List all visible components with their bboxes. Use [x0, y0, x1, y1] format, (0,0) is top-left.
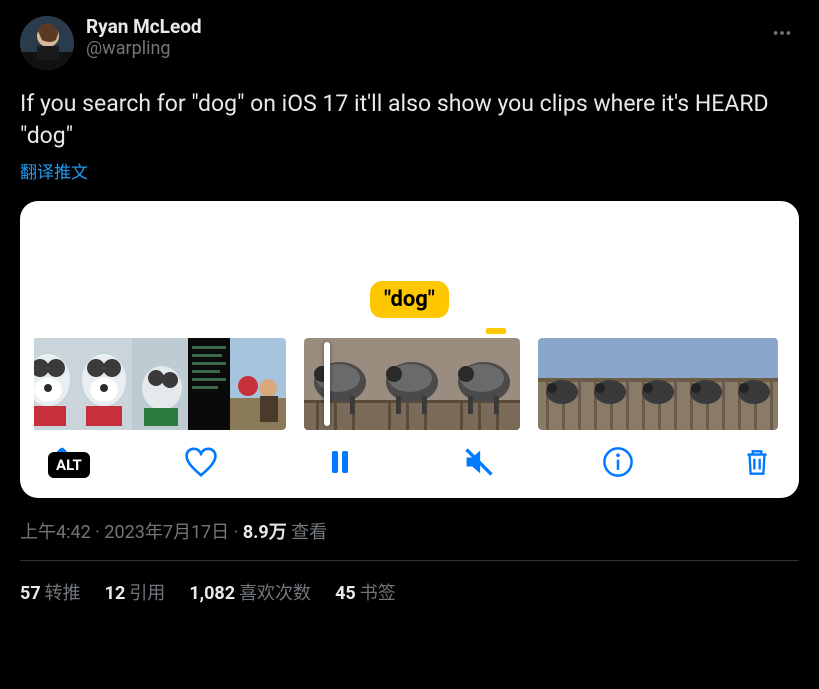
clip-strip-active[interactable] [304, 338, 520, 430]
retweets-stat[interactable]: 57转推 [20, 579, 81, 605]
video-frame [538, 338, 586, 430]
video-frame [634, 338, 682, 430]
alt-badge[interactable]: ALT [48, 452, 90, 478]
tweet-container: Ryan McLeod @warpling If you search for … [0, 0, 819, 623]
user-block: Ryan McLeod @warpling [86, 16, 765, 60]
mute-button[interactable] [461, 444, 497, 480]
avatar[interactable] [20, 16, 74, 70]
video-frame [586, 338, 634, 430]
like-button[interactable] [183, 444, 219, 480]
video-frame [730, 338, 778, 430]
media-card[interactable]: "dog" [20, 201, 799, 498]
playhead-marker [486, 328, 506, 334]
video-frame [188, 338, 230, 430]
media-whitespace [34, 215, 785, 281]
video-frame [448, 338, 520, 430]
tweet-text: If you search for "dog" on iOS 17 it'll … [20, 88, 799, 152]
heart-icon [183, 444, 219, 480]
likes-stat[interactable]: 1,082喜欢次数 [189, 579, 311, 605]
speaker-muted-icon [462, 445, 496, 479]
display-name[interactable]: Ryan McLeod [86, 16, 765, 38]
pause-icon [325, 447, 355, 477]
info-button[interactable] [600, 444, 636, 480]
caption-bubble-wrap: "dog" [34, 281, 785, 318]
user-handle[interactable]: @warpling [86, 38, 765, 60]
video-frame [376, 338, 448, 430]
clip-strip[interactable] [34, 338, 286, 430]
tweet-meta[interactable]: 上午4:42 · 2023年7月17日 · 8.9万 查看 [20, 518, 799, 544]
clip-strip[interactable] [538, 338, 778, 430]
translate-link[interactable]: 翻译推文 [20, 158, 88, 183]
caption-bubble: "dog" [370, 281, 449, 318]
more-icon [771, 22, 793, 44]
video-frame [76, 338, 132, 430]
bookmarks-stat[interactable]: 45书签 [335, 579, 396, 605]
video-frame [132, 338, 188, 430]
info-icon [601, 445, 635, 479]
tweet-header: Ryan McLeod @warpling [20, 16, 799, 70]
delete-button[interactable] [739, 444, 775, 480]
video-timeline[interactable] [34, 338, 785, 430]
pause-button[interactable] [322, 444, 358, 480]
views-label: 查看 [291, 522, 327, 543]
more-options-button[interactable] [765, 16, 799, 54]
views-count: 8.9万 [243, 522, 287, 543]
trash-icon [741, 446, 773, 478]
tweet-time: 上午4:42 [20, 522, 91, 543]
tweet-date: 2023年7月17日 [104, 522, 229, 543]
video-frame [34, 338, 76, 430]
tweet-stats: 57转推 12引用 1,082喜欢次数 45书签 [20, 561, 799, 623]
video-frame [230, 338, 286, 430]
video-frame [304, 338, 376, 430]
media-toolbar [34, 444, 785, 480]
playhead[interactable] [324, 342, 330, 426]
avatar-image [20, 16, 74, 70]
video-frame [682, 338, 730, 430]
quotes-stat[interactable]: 12引用 [105, 579, 166, 605]
